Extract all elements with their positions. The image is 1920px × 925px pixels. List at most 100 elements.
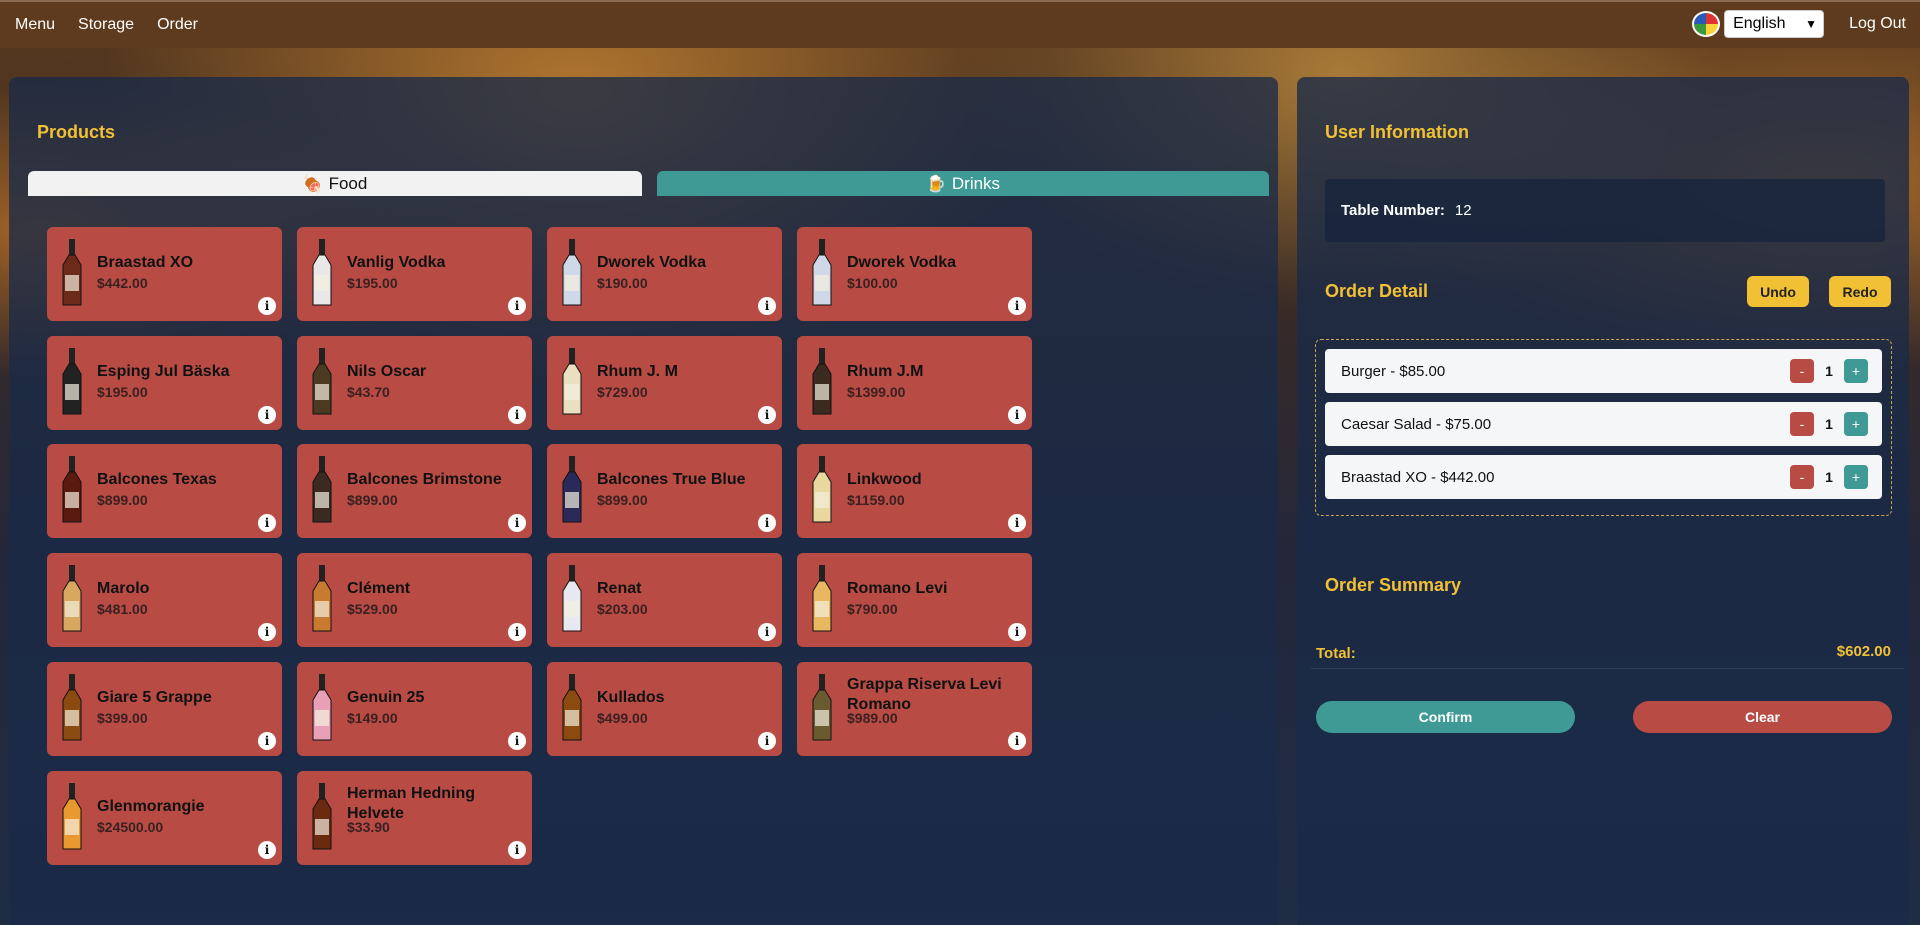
product-card[interactable]: Balcones Texas $899.00 i — [47, 444, 282, 538]
info-icon[interactable]: i — [1008, 406, 1026, 424]
bottle-image — [809, 239, 835, 307]
info-icon[interactable]: i — [1008, 623, 1026, 641]
redo-button[interactable]: Redo — [1829, 276, 1891, 307]
product-name: Marolo — [97, 580, 150, 597]
decrease-button[interactable]: - — [1790, 465, 1814, 489]
decrease-button[interactable]: - — [1790, 412, 1814, 436]
product-card[interactable]: Braastad XO $442.00 i — [47, 227, 282, 321]
product-card[interactable]: Grappa Riserva Levi Romano $989.00 i — [797, 662, 1032, 756]
product-card[interactable]: Marolo $481.00 i — [47, 553, 282, 647]
product-price: $149.00 — [347, 710, 398, 726]
language-select-value: English — [1733, 15, 1786, 32]
bottle-image — [559, 348, 585, 416]
bottle-image — [559, 456, 585, 524]
order-item: Burger - $85.00 - 1 + — [1325, 349, 1882, 393]
confirm-button[interactable]: Confirm — [1316, 701, 1575, 733]
info-icon[interactable]: i — [258, 623, 276, 641]
info-icon[interactable]: i — [758, 514, 776, 532]
info-icon[interactable]: i — [508, 406, 526, 424]
decrease-button[interactable]: - — [1790, 359, 1814, 383]
info-icon[interactable]: i — [758, 406, 776, 424]
info-icon[interactable]: i — [758, 623, 776, 641]
quantity-stepper: - 1 + — [1790, 465, 1868, 489]
order-item: Caesar Salad - $75.00 - 1 + — [1325, 402, 1882, 446]
product-card[interactable]: Genuin 25 $149.00 i — [297, 662, 532, 756]
bottle-image — [559, 674, 585, 742]
language-select[interactable]: English ▼ — [1724, 10, 1825, 38]
product-card[interactable]: Nils Oscar $43.70 i — [297, 336, 532, 430]
product-price: $33.90 — [347, 819, 390, 835]
product-card[interactable]: Vanlig Vodka $195.00 i — [297, 227, 532, 321]
product-card[interactable]: Kullados $499.00 i — [547, 662, 782, 756]
bottle-image — [809, 456, 835, 524]
product-name: Vanlig Vodka — [347, 254, 446, 271]
table-number-value: 12 — [1454, 202, 1472, 219]
product-price: $529.00 — [347, 601, 398, 617]
product-card[interactable]: Dworek Vodka $190.00 i — [547, 227, 782, 321]
increase-button[interactable]: + — [1844, 412, 1868, 436]
info-icon[interactable]: i — [258, 297, 276, 315]
order-item-label: Burger - $85.00 — [1341, 362, 1446, 380]
bottle-image — [309, 783, 335, 851]
nav-storage[interactable]: Storage — [78, 16, 134, 34]
info-icon[interactable]: i — [1008, 514, 1026, 532]
info-icon[interactable]: i — [508, 297, 526, 315]
product-card[interactable]: Dworek Vodka $100.00 i — [797, 227, 1032, 321]
undo-button[interactable]: Undo — [1747, 276, 1809, 307]
meat-icon: 🍖 — [302, 175, 323, 193]
product-card[interactable]: Herman Hedning Helvete $33.90 i — [297, 771, 532, 865]
product-price: $989.00 — [847, 710, 898, 726]
product-name: Grappa Riserva Levi Romano — [847, 676, 1002, 713]
order-summary-title: Order Summary — [1325, 575, 1462, 595]
tab-food[interactable]: 🍖 Food — [28, 171, 642, 196]
product-name: Balcones Brimstone — [347, 471, 502, 488]
logout-link[interactable]: Log Out — [1849, 15, 1906, 33]
product-card[interactable]: Rhum J. M $729.00 i — [547, 336, 782, 430]
info-icon[interactable]: i — [758, 297, 776, 315]
bottle-image — [559, 239, 585, 307]
order-detail-title: Order Detail — [1325, 281, 1429, 301]
nav-order[interactable]: Order — [157, 16, 198, 34]
bottle-image — [309, 565, 335, 633]
product-price: $1399.00 — [847, 384, 906, 400]
product-card[interactable]: Glenmorangie $24500.00 i — [47, 771, 282, 865]
tab-drinks[interactable]: 🍺 Drinks — [657, 171, 1269, 196]
tab-food-label: Food — [328, 173, 368, 193]
product-name: Rhum J.M — [847, 363, 924, 380]
nav-right-group: English ▼ Log Out — [1692, 10, 1906, 38]
info-icon[interactable]: i — [758, 732, 776, 750]
increase-button[interactable]: + — [1844, 465, 1868, 489]
product-card[interactable]: Renat $203.00 i — [547, 553, 782, 647]
product-price: $790.00 — [847, 601, 898, 617]
info-icon[interactable]: i — [508, 732, 526, 750]
product-price: $190.00 — [597, 275, 648, 291]
info-icon[interactable]: i — [258, 841, 276, 859]
info-icon[interactable]: i — [1008, 732, 1026, 750]
product-price: $399.00 — [97, 710, 148, 726]
product-price: $729.00 — [597, 384, 648, 400]
info-icon[interactable]: i — [508, 841, 526, 859]
product-card[interactable]: Balcones True Blue $899.00 i — [547, 444, 782, 538]
product-card[interactable]: Balcones Brimstone $899.00 i — [297, 444, 532, 538]
info-icon[interactable]: i — [508, 623, 526, 641]
clear-button[interactable]: Clear — [1633, 701, 1892, 733]
product-card[interactable]: Esping Jul Bäska $195.00 i — [47, 336, 282, 430]
bottle-image — [309, 456, 335, 524]
increase-button[interactable]: + — [1844, 359, 1868, 383]
info-icon[interactable]: i — [508, 514, 526, 532]
total-value: $602.00 — [1836, 643, 1891, 660]
info-icon[interactable]: i — [258, 732, 276, 750]
tab-drinks-label: Drinks — [951, 173, 1001, 193]
product-card[interactable]: Romano Levi $790.00 i — [797, 553, 1032, 647]
info-icon[interactable]: i — [1008, 297, 1026, 315]
bottle-image — [309, 239, 335, 307]
product-card[interactable]: Giare 5 Grappe $399.00 i — [47, 662, 282, 756]
bottle-image — [809, 565, 835, 633]
product-card[interactable]: Clément $529.00 i — [297, 553, 532, 647]
nav-menu[interactable]: Menu — [15, 16, 55, 34]
info-icon[interactable]: i — [258, 514, 276, 532]
info-icon[interactable]: i — [258, 406, 276, 424]
product-card[interactable]: Rhum J.M $1399.00 i — [797, 336, 1032, 430]
product-card[interactable]: Linkwood $1159.00 i — [797, 444, 1032, 538]
beer-icon: 🍺 — [925, 175, 946, 193]
